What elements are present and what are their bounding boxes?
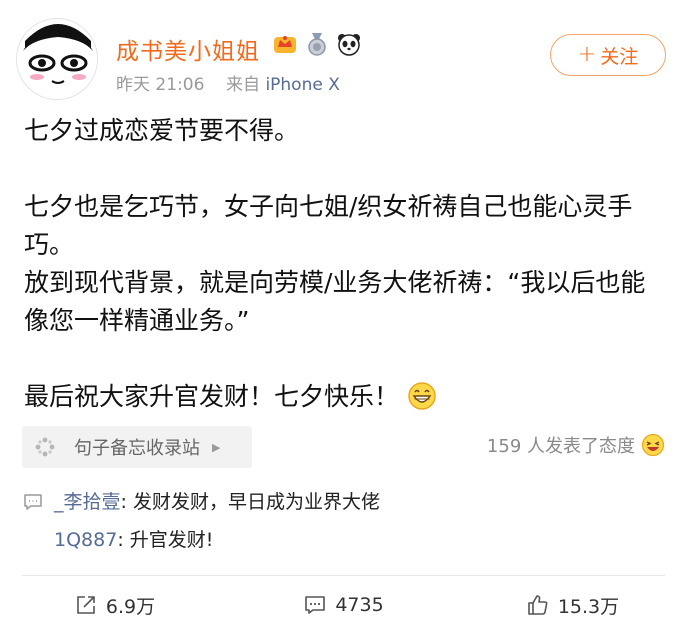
- post-paragraph-last: 最后祝大家升官发财！七夕快乐！: [24, 378, 664, 416]
- post-paragraph-text: 最后祝大家升官发财！七夕快乐！: [24, 382, 400, 411]
- comment-icon: [24, 494, 42, 510]
- comment-text: : 发财发财，早日成为业界大佬: [120, 491, 380, 513]
- avatar[interactable]: [16, 18, 98, 100]
- action-bar: 6.9万 4735 15.3万: [0, 576, 687, 634]
- medal-icon[interactable]: [304, 31, 330, 57]
- comment-text: : 升官发财!: [117, 529, 214, 551]
- comment-item[interactable]: 1Q887 : 升官发财!: [22, 521, 380, 559]
- repost-count: 6.9万: [105, 595, 156, 618]
- source-prefix: 来自: [226, 75, 261, 95]
- post-paragraph: 放到现代背景，就是向劳模/业务大佬祈祷：“我以后也能像您一样精通业务。”: [24, 268, 646, 335]
- like-count: 15.3万: [557, 595, 620, 618]
- repost-icon: [77, 596, 95, 614]
- post-paragraph: 七夕也是乞巧节，女子向七姐/织女祈祷自己也能心灵手巧。: [24, 192, 633, 259]
- thumbs-up-icon: [528, 595, 548, 615]
- post-header: 成书美小姐姐 昨天 21:06 来自 iPhone X + 关注: [0, 0, 687, 110]
- comment-button[interactable]: 4735: [229, 576, 458, 634]
- comment-user[interactable]: 1Q887: [54, 521, 117, 559]
- follow-label: 关注: [600, 45, 639, 68]
- attitude-summary[interactable]: 159 人发表了态度: [487, 432, 665, 458]
- vip-crown-icon[interactable]: [272, 31, 298, 57]
- author-name[interactable]: 成书美小姐姐: [116, 32, 260, 66]
- comment-user[interactable]: _李拾壹: [54, 483, 121, 521]
- like-button[interactable]: 15.3万: [458, 576, 687, 634]
- avatar-face-icon: [17, 19, 97, 99]
- comment-count: 4735: [335, 594, 384, 616]
- grin-emoji-icon: [408, 382, 436, 410]
- post-meta: 昨天 21:06 来自 iPhone X: [116, 70, 340, 95]
- comment-icon: [305, 596, 326, 614]
- post-time: 昨天 21:06: [116, 75, 205, 95]
- post-content: 七夕过成恋爱节要不得。 七夕也是乞巧节，女子向七姐/织女祈祷自己也能心灵手巧。 …: [24, 112, 664, 416]
- plus-icon: +: [577, 42, 597, 67]
- laugh-emoji-icon: [641, 433, 665, 457]
- source-tag-label: 句子备忘收录站: [74, 438, 200, 459]
- post-device[interactable]: iPhone X: [265, 75, 339, 95]
- panda-icon[interactable]: [336, 31, 362, 57]
- comment-preview: _李拾壹 : 发财发财，早日成为业界大佬 1Q887 : 升官发财!: [22, 483, 380, 559]
- attitude-text: 159 人发表了态度: [486, 436, 635, 457]
- sparkle-icon: [35, 437, 55, 457]
- post-paragraph: 七夕过成恋爱节要不得。: [24, 116, 300, 145]
- source-tag[interactable]: 句子备忘收录站 ▶: [22, 426, 252, 468]
- follow-button[interactable]: + 关注: [550, 34, 666, 76]
- comment-item[interactable]: _李拾壹 : 发财发财，早日成为业界大佬: [22, 483, 380, 521]
- triangle-right-icon: ▶: [212, 440, 221, 454]
- author-badges: [272, 31, 362, 57]
- repost-button[interactable]: 6.9万: [0, 576, 229, 634]
